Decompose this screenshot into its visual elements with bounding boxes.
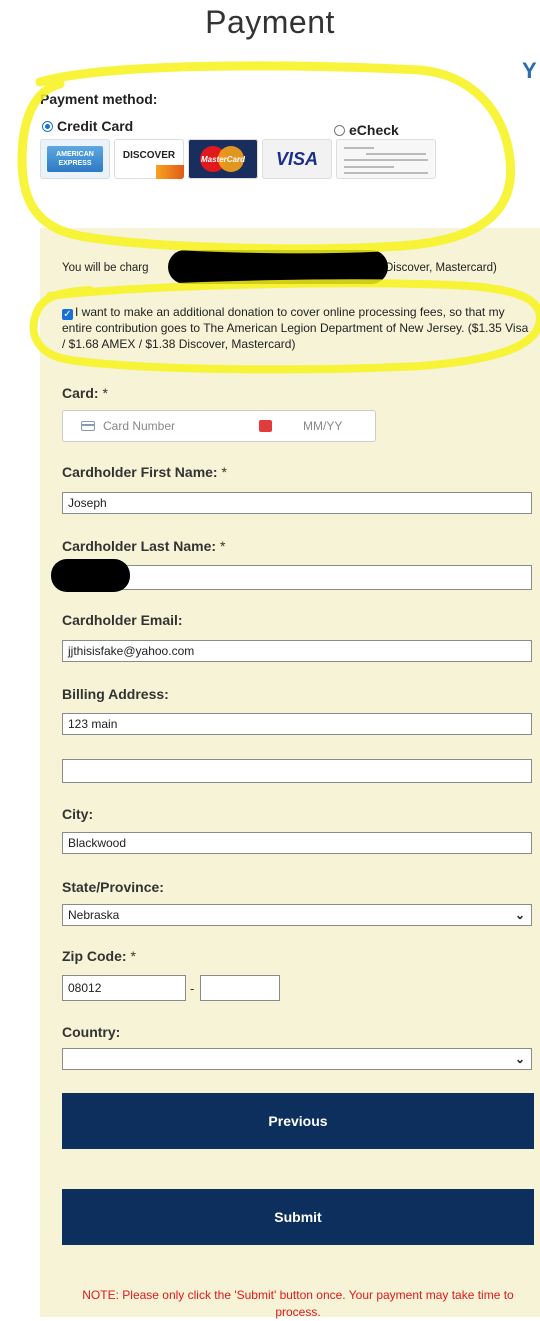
chevron-down-icon: ⌄: [514, 1052, 525, 1066]
zip-label: Zip Code: *: [62, 948, 136, 964]
echeck-logo: [336, 139, 436, 179]
amex-logo: AMERICAN EXPRESS: [40, 139, 110, 179]
credit-card-label: Credit Card: [57, 118, 134, 134]
charge-notice-end: Discover, Mastercard): [385, 262, 497, 274]
visa-logo-text: VISA: [275, 148, 318, 169]
mastercard-logo: MasterCard: [188, 139, 258, 179]
country-select[interactable]: ⌄: [62, 1048, 532, 1070]
chevron-down-icon: ⌄: [514, 908, 525, 922]
redaction-mark: [51, 559, 130, 592]
card-label: Card: *: [62, 385, 108, 401]
redaction-mark: [168, 250, 388, 284]
payment-method-label: Payment method:: [40, 91, 158, 107]
zip-extension-input[interactable]: [200, 975, 280, 1001]
submit-button[interactable]: Submit: [62, 1189, 534, 1245]
last-name-label-text: Cardholder Last Name:: [62, 538, 217, 554]
last-name-label: Cardholder Last Name: *: [62, 538, 225, 554]
email-label: Cardholder Email:: [62, 612, 183, 628]
zip-separator: -: [190, 981, 195, 996]
state-label: State/Province:: [62, 879, 164, 895]
expiry-input[interactable]: MM/YY: [303, 419, 342, 433]
echeck-option[interactable]: eCheck: [334, 122, 399, 138]
address-line1-input[interactable]: 123 main: [62, 713, 532, 735]
credit-card-radio[interactable]: [42, 120, 53, 132]
billing-address-label: Billing Address:: [62, 686, 169, 702]
page-title: Payment: [205, 4, 335, 40]
required-mark: *: [221, 464, 227, 480]
charge-notice-start: You will be charg: [62, 262, 149, 274]
corner-logo-fragment: Y: [522, 58, 537, 83]
card-label-text: Card:: [62, 385, 99, 401]
required-mark: *: [130, 948, 136, 964]
required-mark: *: [102, 385, 108, 401]
city-input[interactable]: Blackwood: [62, 832, 532, 854]
zip-input[interactable]: 08012: [62, 975, 186, 1001]
card-brand-icon: [259, 420, 272, 432]
echeck-label: eCheck: [349, 122, 399, 138]
required-mark: *: [219, 538, 226, 554]
last-name-input[interactable]: [62, 565, 532, 590]
amex-logo-text: AMERICAN EXPRESS: [47, 146, 103, 172]
first-name-label-text: Cardholder First Name:: [62, 464, 218, 480]
credit-card-option[interactable]: Credit Card: [42, 118, 133, 134]
submit-note: NOTE: Please only click the 'Submit' but…: [82, 1288, 514, 1319]
state-select[interactable]: Nebraska ⌄: [62, 904, 532, 926]
zip-label-text: Zip Code:: [62, 948, 127, 964]
echeck-radio[interactable]: [334, 124, 345, 136]
city-label: City:: [62, 806, 94, 822]
discover-logo: DISCOVER: [114, 139, 184, 179]
donation-option[interactable]: ✓ I want to make an additional donation t…: [62, 304, 534, 352]
address-line2-input[interactable]: [62, 759, 532, 783]
card-number-input[interactable]: Card Number: [103, 419, 175, 433]
first-name-label: Cardholder First Name: *: [62, 464, 227, 480]
donation-text: I want to make an additional donation to…: [62, 305, 529, 351]
card-input-widget[interactable]: Card Number MM/YY: [62, 410, 376, 442]
discover-logo-text: DISCOVER: [122, 149, 176, 161]
donation-checkbox[interactable]: ✓: [62, 309, 73, 320]
country-label: Country:: [62, 1024, 121, 1040]
email-input[interactable]: jjthisisfake@yahoo.com: [62, 640, 532, 662]
state-select-value: Nebraska: [68, 908, 120, 922]
visa-logo: VISA: [262, 139, 332, 179]
first-name-input[interactable]: Joseph: [62, 492, 532, 514]
mastercard-logo-text: MasterCard: [200, 154, 245, 164]
credit-card-icon: [81, 421, 95, 431]
previous-button[interactable]: Previous: [62, 1093, 534, 1149]
